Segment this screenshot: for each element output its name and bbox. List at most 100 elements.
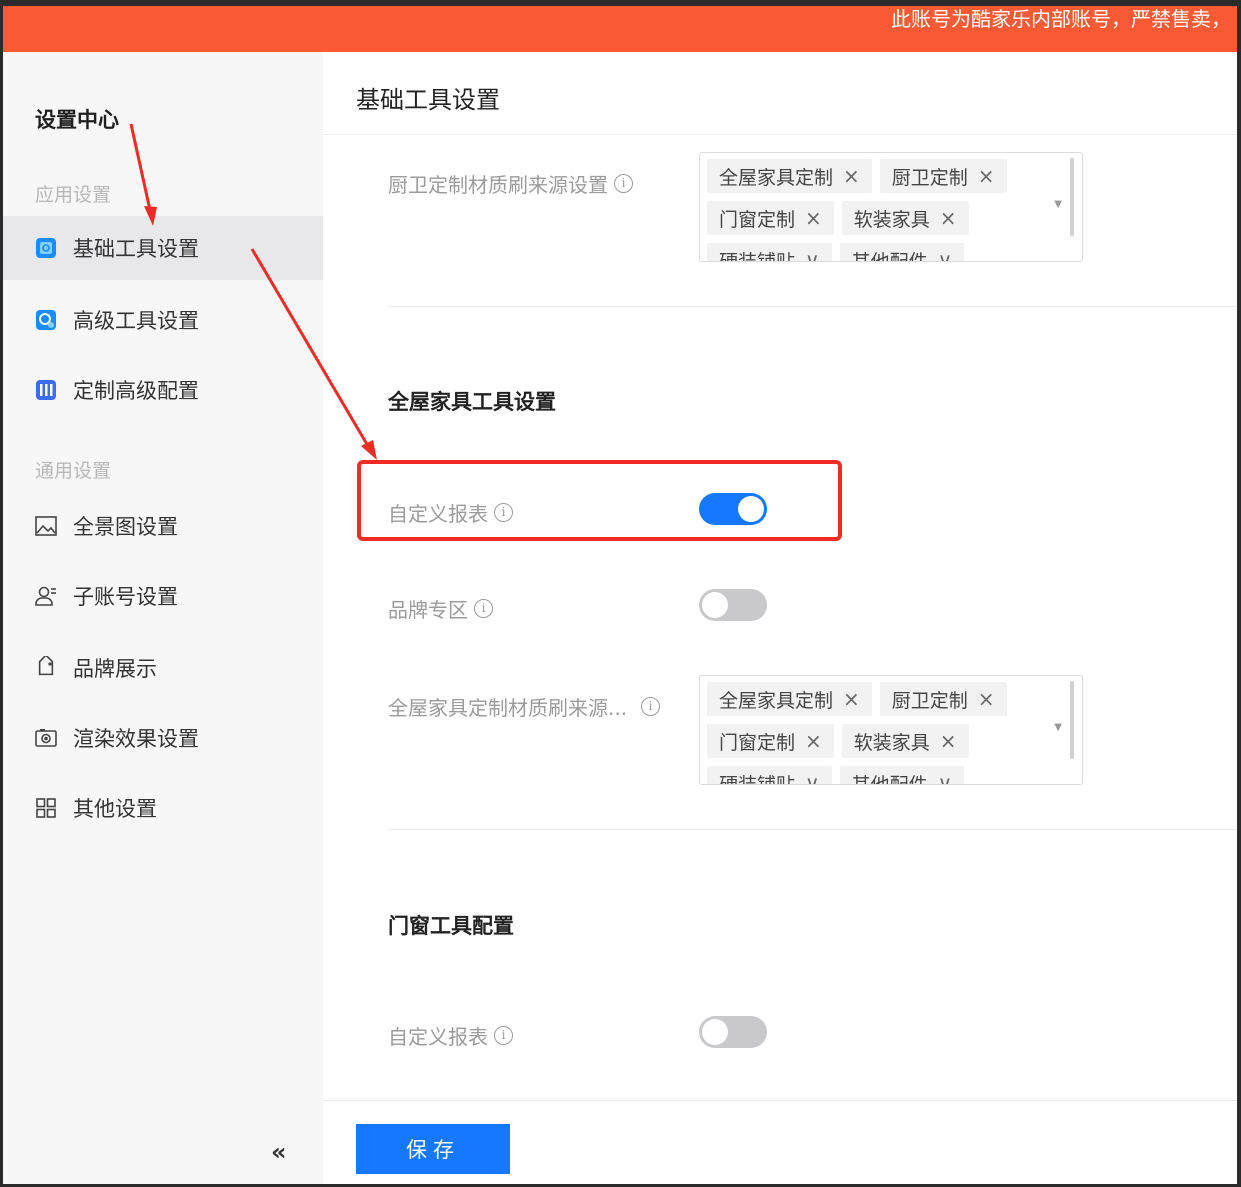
tag-label: 其他配件 (851, 250, 928, 262)
tag-hard-decor: 硬装铺贴 ∨ (707, 766, 832, 785)
sidebar: 设置中心 应用设置 基础工具设置 高级工具设置 定制高级配置 通用设置 全景图设… (3, 52, 323, 1184)
section-divider (388, 829, 1237, 830)
tag-label: 软装家具 (853, 731, 930, 754)
kitchen-source-tags: 全屋家具定制 × 厨卫定制 × 门窗定制 × 软装家具 × 硬装铺贴 ∨ 其他配件 ∨ (707, 159, 1047, 262)
tag-door-window: 门窗定制 × (707, 201, 834, 235)
sidebar-item-basic-tools[interactable]: 基础工具设置 (3, 216, 323, 280)
kitchen-source-label-text: 厨卫定制材质刷来源设置 (388, 173, 608, 197)
close-icon[interactable]: × (940, 206, 957, 230)
close-icon[interactable]: × (978, 164, 995, 188)
close-icon[interactable]: × (805, 729, 822, 753)
user-icon (33, 583, 59, 609)
switch-knob (702, 1019, 728, 1045)
brand-zone-label-text: 品牌专区 (388, 598, 468, 622)
sidebar-item-label: 渲染效果设置 (73, 727, 199, 751)
tag-door-window: 门窗定制 × (707, 724, 834, 758)
close-icon[interactable]: × (843, 164, 860, 188)
sidebar-item-render[interactable]: 渲染效果设置 (3, 706, 323, 770)
annotation-highlight-box (357, 460, 842, 541)
sidebar-item-label: 品牌展示 (73, 657, 157, 681)
tag-label: 软装家具 (853, 208, 930, 231)
kitchen-source-select[interactable]: 全屋家具定制 × 厨卫定制 × 门窗定制 × 软装家具 × 硬装铺贴 ∨ 其他配件 ∨ ▼ (699, 152, 1083, 262)
grid-icon (33, 795, 59, 821)
tag-label: 厨卫定制 (891, 689, 968, 712)
material-source-label-text: 全屋家具定制材质刷来源... (388, 696, 628, 720)
chevron-down-icon[interactable]: ∨ (805, 248, 820, 261)
warning-banner: 此账号为酷家乐内部账号，严禁售卖， (3, 6, 1237, 52)
tag-hard-decor: 硬装铺贴 ∨ (707, 243, 832, 262)
sidebar-item-label: 定制高级配置 (73, 379, 199, 403)
tag-label: 其他配件 (851, 773, 928, 785)
sidebar-item-label: 高级工具设置 (73, 309, 199, 333)
dropdown-caret-icon[interactable]: ▼ (1054, 722, 1062, 733)
close-icon[interactable]: × (805, 206, 822, 230)
save-button[interactable]: 保存 (356, 1124, 510, 1174)
section-divider (388, 306, 1237, 307)
tag-label: 门窗定制 (719, 731, 796, 754)
chevron-down-icon[interactable]: ∨ (938, 771, 953, 784)
tag-kitchen: 厨卫定制 × (879, 159, 1007, 193)
close-icon[interactable]: × (940, 729, 957, 753)
door-custom-report-switch[interactable] (699, 1016, 767, 1048)
tag-soft-furnishing: 软装家具 × (841, 201, 969, 235)
sidebar-group-general: 通用设置 (35, 460, 112, 482)
tag-label: 硬装铺贴 (719, 250, 796, 262)
image-icon (33, 513, 59, 539)
info-icon[interactable]: i (641, 697, 661, 716)
info-icon[interactable]: i (614, 174, 633, 193)
custom-config-icon (33, 377, 59, 403)
sidebar-item-label: 全景图设置 (73, 515, 178, 539)
tag-whole-house: 全屋家具定制 × (707, 159, 872, 193)
sidebar-item-advanced-tools[interactable]: 高级工具设置 (3, 288, 323, 352)
dropdown-caret-icon[interactable]: ▼ (1054, 199, 1062, 210)
sidebar-item-label: 其他设置 (73, 797, 157, 821)
sidebar-item-other[interactable]: 其他设置 (3, 776, 323, 840)
tag-whole-house: 全屋家具定制 × (707, 682, 872, 716)
chevron-down-icon[interactable]: ∨ (938, 248, 953, 261)
chevron-down-icon[interactable]: ∨ (805, 771, 820, 784)
door-custom-report-label: 自定义报表 i (388, 1021, 513, 1050)
material-source-select[interactable]: 全屋家具定制 × 厨卫定制 × 门窗定制 × 软装家具 × 硬装铺贴 ∨ 其他配件 ∨ ▼ (699, 675, 1083, 785)
tag-label: 全屋家具定制 (719, 689, 834, 712)
sidebar-item-panorama[interactable]: 全景图设置 (3, 494, 323, 558)
tag-label: 硬装铺贴 (719, 773, 796, 785)
door-custom-report-label-text: 自定义报表 (388, 1025, 488, 1049)
sidebar-item-sub-account[interactable]: 子账号设置 (3, 564, 323, 628)
sidebar-item-label: 子账号设置 (73, 585, 178, 609)
tag-icon (33, 655, 59, 681)
brand-zone-label: 品牌专区 i (388, 594, 493, 623)
camera-icon (33, 725, 59, 751)
sidebar-item-custom-config[interactable]: 定制高级配置 (3, 358, 323, 422)
tag-soft-furnishing: 软装家具 × (841, 724, 969, 758)
sidebar-item-brand[interactable]: 品牌展示 (3, 636, 323, 700)
switch-knob (702, 592, 728, 618)
basic-tool-icon (33, 235, 59, 261)
kitchen-source-label: 厨卫定制材质刷来源设置 i (388, 169, 633, 198)
warning-banner-text: 此账号为酷家乐内部账号，严禁售卖， (891, 7, 1231, 31)
brand-zone-switch[interactable] (699, 589, 767, 621)
tag-other-parts: 其他配件 ∨ (839, 766, 965, 785)
scrollbar[interactable] (1070, 681, 1074, 759)
close-icon[interactable]: × (978, 687, 995, 711)
main-panel: 基础工具设置 厨卫定制材质刷来源设置 i 全屋家具定制 × 厨卫定制 × 门窗定制 ×… (323, 52, 1237, 1184)
material-source-label: 全屋家具定制材质刷来源... i (388, 692, 661, 721)
info-icon[interactable]: i (494, 1026, 513, 1045)
footer-divider (323, 1100, 1237, 1101)
door-window-section-title: 门窗工具配置 (388, 914, 514, 938)
tag-label: 门窗定制 (719, 208, 796, 231)
sidebar-item-label: 基础工具设置 (73, 237, 199, 261)
scrollbar[interactable] (1070, 158, 1074, 236)
tag-kitchen: 厨卫定制 × (879, 682, 1007, 716)
advanced-tool-icon (33, 307, 59, 333)
close-icon[interactable]: × (843, 687, 860, 711)
sidebar-group-app: 应用设置 (35, 184, 112, 206)
app-window: 此账号为酷家乐内部账号，严禁售卖， 设置中心 应用设置 基础工具设置 高级工具设… (3, 6, 1237, 1184)
collapse-sidebar-icon[interactable]: « (271, 1138, 287, 1166)
sidebar-title: 设置中心 (35, 108, 119, 132)
page-title: 基础工具设置 (356, 86, 500, 114)
whole-house-section-title: 全屋家具工具设置 (388, 390, 556, 414)
tag-other-parts: 其他配件 ∨ (839, 243, 965, 262)
tag-label: 全屋家具定制 (719, 166, 834, 189)
info-icon[interactable]: i (474, 599, 493, 618)
title-divider (323, 134, 1237, 135)
